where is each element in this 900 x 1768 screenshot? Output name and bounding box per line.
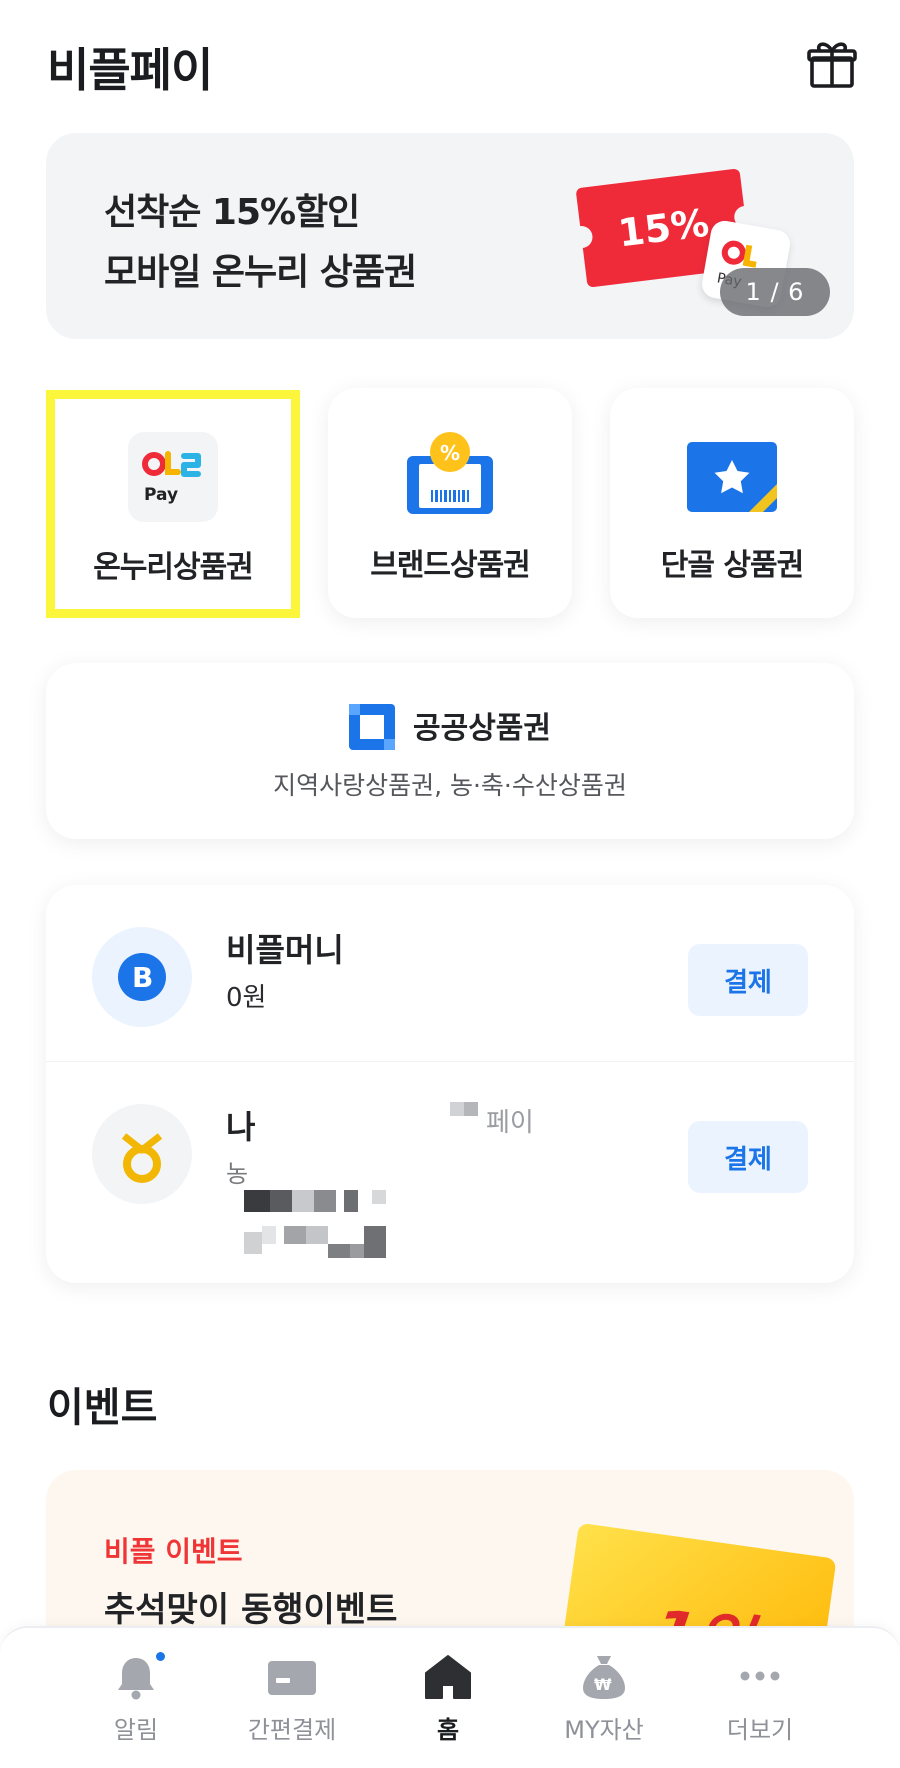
svg-text:B: B <box>132 961 153 994</box>
promo-banner[interactable]: 선착순 15%할인 모바일 온누리 상품권 15% Pay 1 / 6 <box>46 133 854 339</box>
banner-pager: 1 / 6 <box>720 268 830 316</box>
public-voucher-icon <box>349 703 395 750</box>
nav-item-my-assets[interactable]: ₩ MY자산 <box>534 1652 674 1762</box>
more-dots-icon <box>735 1652 785 1702</box>
pay-button[interactable]: 결제 <box>688 944 808 1016</box>
bottom-navigation: 알림 간편결제 홈 ₩ MY자산 더보기 <box>0 1626 900 1768</box>
redacted-mosaic <box>244 1190 464 1290</box>
public-voucher-label: 공공상품권 <box>413 711 551 746</box>
event-tag: 비플 이벤트 <box>104 1535 243 1568</box>
bell-icon <box>111 1652 161 1702</box>
event-name: 추석맞이 동행이벤트 <box>104 1590 398 1630</box>
wallet-row-nh[interactable]: 나 페이 농 결제 <box>46 1061 854 1258</box>
wallet-name-suffix: 페이 <box>486 1108 534 1138</box>
svg-text:%: % <box>440 441 460 465</box>
events-section-title: 이벤트 <box>47 1385 158 1431</box>
brand-voucher-icon: % <box>405 430 495 520</box>
money-bag-icon: ₩ <box>579 1652 629 1702</box>
banner-subheadline: 모바일 온누리 상품권 <box>104 252 417 293</box>
nav-item-quick-pay[interactable]: 간편결제 <box>222 1652 362 1762</box>
wallet-balance: 농 <box>226 1160 249 1188</box>
wallet-row-bmoney[interactable]: B 비플머니 0원 결제 <box>46 885 854 1061</box>
card-icon <box>267 1652 317 1702</box>
wallet-name-prefix: 나 <box>226 1108 256 1146</box>
tile-label: 단골 상품권 <box>660 548 804 583</box>
nav-label: 간편결제 <box>247 1716 337 1744</box>
header: 비플페이 <box>0 0 900 130</box>
regular-voucher-star-icon <box>687 430 777 520</box>
wallet-name: 비플머니 <box>226 931 344 969</box>
nav-label: 홈 <box>436 1716 460 1744</box>
tile-label: 브랜드상품권 <box>370 548 531 583</box>
nav-label: 더보기 <box>726 1716 794 1744</box>
pay-button[interactable]: 결제 <box>688 1121 808 1193</box>
tile-regular-voucher[interactable]: 단골 상품권 <box>610 388 854 618</box>
gift-icon[interactable] <box>806 38 858 90</box>
page-title: 비플페이 <box>47 43 213 97</box>
nav-label: 알림 <box>113 1716 159 1744</box>
tile-label: 온누리상품권 <box>93 550 254 585</box>
home-icon <box>423 1652 473 1702</box>
redacted-mosaic-small <box>450 1102 486 1126</box>
nav-item-more[interactable]: 더보기 <box>690 1652 830 1762</box>
b-money-icon: B <box>92 927 192 1027</box>
nav-label: MY자산 <box>564 1716 644 1744</box>
wallet-balance: 0원 <box>226 983 267 1013</box>
nav-item-home[interactable]: 홈 <box>378 1652 518 1762</box>
public-voucher-card[interactable]: 공공상품권 지역사랑상품권, 농·축·수산상품권 <box>46 663 854 839</box>
public-voucher-subtitle: 지역사랑상품권, 농·축·수산상품권 <box>273 771 627 800</box>
onnuri-pay-logo-icon: Pay <box>128 432 218 522</box>
banner-headline: 선착순 15%할인 <box>104 192 360 233</box>
tile-brand-voucher[interactable]: % 브랜드상품권 <box>328 388 572 618</box>
nonghyup-logo-icon <box>92 1104 192 1204</box>
wallet-name: 나 <box>226 1102 255 1148</box>
nav-item-alerts[interactable]: 알림 <box>66 1652 206 1762</box>
notification-dot <box>156 1652 165 1661</box>
tile-onnuri-voucher[interactable]: Pay 온누리상품권 <box>46 390 300 618</box>
svg-text:₩: ₩ <box>594 1675 612 1694</box>
wallet-card: B 비플머니 0원 결제 나 페이 농 결제 <box>46 885 854 1283</box>
public-voucher-title: 공공상품권 <box>46 703 854 753</box>
svg-text:Pay: Pay <box>144 485 178 505</box>
